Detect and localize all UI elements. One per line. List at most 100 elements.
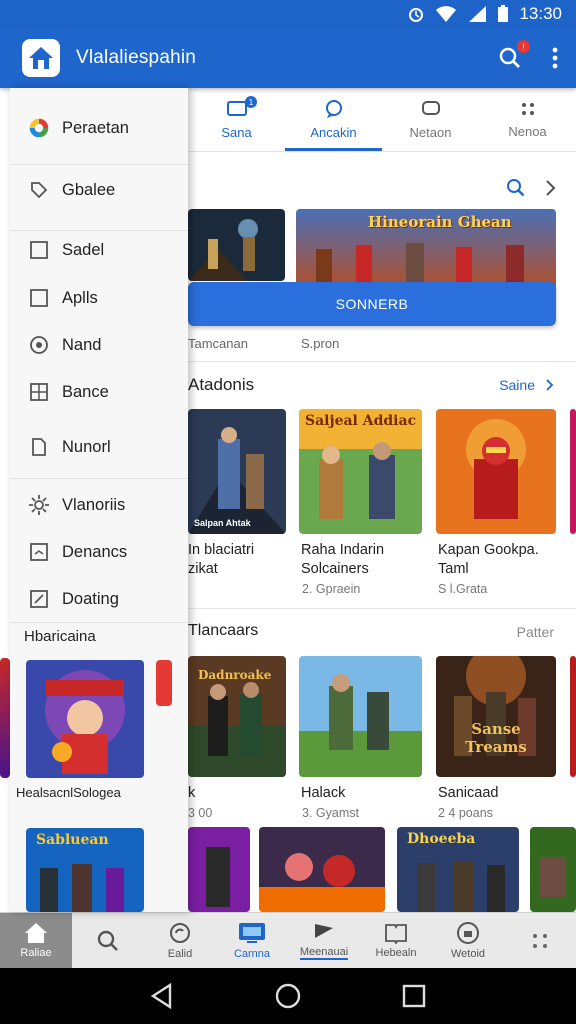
featured-banner[interactable]: Hineorain Ghean	[296, 209, 556, 289]
chat-icon	[325, 100, 342, 118]
nav-label: Meenauai	[299, 946, 349, 960]
drawer-game-thumb[interactable]	[26, 660, 144, 778]
game-thumb[interactable]	[259, 827, 385, 912]
game-subtitle: 2. Gpraein	[302, 582, 361, 596]
game-title[interactable]: Raha Indarin Solcainers	[301, 541, 384, 579]
drawer-item-nunorl[interactable]: Nunorl	[10, 425, 188, 469]
search-icon	[97, 930, 118, 951]
game-title-text: Raha Indarin Solcainers	[301, 542, 385, 577]
drawer-game-thumb[interactable]: Sabluean	[26, 828, 144, 912]
nav-item-carnna[interactable]: Carnna	[216, 913, 288, 968]
alarm-icon	[409, 8, 424, 22]
nav-label: Raliae	[20, 947, 52, 959]
nav-item-more[interactable]	[504, 913, 576, 968]
tab-badge: 1	[245, 96, 257, 108]
game-thumb[interactable]: Sanse Treams	[436, 656, 556, 777]
game-subtitle: 3 00	[188, 806, 213, 820]
drawer-item-aplls[interactable]: Aplls	[10, 276, 188, 320]
game-thumb[interactable]: Salpan Ahtak	[188, 409, 286, 534]
tab-label: Nenoa	[508, 124, 547, 139]
drawer-item-label: Aplls	[62, 288, 98, 307]
nav-item-ealid[interactable]: Ealid	[144, 913, 216, 968]
game-title-text: Kapan Gookpa. Taml	[438, 542, 539, 577]
game-title[interactable]: In blaciatri zikat	[188, 541, 254, 579]
tab-nenoa[interactable]: Nenoa	[479, 88, 576, 151]
status-bar: 13:30	[0, 0, 576, 28]
search-button[interactable]: !	[498, 40, 530, 70]
tv-icon	[239, 923, 265, 943]
overflow-menu-button[interactable]	[552, 47, 558, 69]
tab-sana[interactable]: 1 Sana	[188, 88, 285, 151]
home-icon	[25, 923, 47, 943]
grid-icon	[28, 381, 50, 403]
game-art-text: Sanse Treams	[465, 720, 527, 756]
drawer-item-nand[interactable]: Nand	[10, 323, 188, 367]
nav-item-meenauai[interactable]: Meenauai	[288, 913, 360, 968]
book-icon	[385, 924, 407, 944]
search-icon[interactable]	[506, 178, 526, 198]
drawer-item-label: Doating	[62, 589, 119, 608]
signal-icon	[469, 6, 487, 22]
drawer-item-peraetan[interactable]: Peraetan	[10, 106, 188, 150]
section-title: Atadonis	[188, 375, 255, 394]
home-logo-icon[interactable]	[22, 39, 60, 77]
game-thumb[interactable]: Saljeal Addiac	[299, 409, 422, 534]
drawer-item-bance[interactable]: Bance	[10, 370, 188, 414]
game-thumb-edge	[570, 409, 576, 534]
status-time: 13:30	[519, 4, 562, 23]
drawer-item-doating[interactable]: Doating	[10, 577, 188, 621]
game-title[interactable]: k	[188, 784, 195, 803]
circle-icon	[28, 334, 50, 356]
drawer-subheader: Hbaricaina	[24, 628, 96, 645]
game-subtitle: 2 4 poans	[438, 806, 493, 820]
refresh-icon	[170, 923, 190, 943]
drawer-item-denancs[interactable]: Denancs	[10, 530, 188, 574]
section-more-link[interactable]: Patter	[517, 624, 554, 640]
message-icon	[421, 101, 440, 115]
system-navigation-bar	[0, 968, 576, 1024]
game-thumb[interactable]: Dadnroake	[188, 656, 286, 777]
back-icon[interactable]	[150, 983, 174, 1009]
game-title[interactable]: Halack	[301, 784, 345, 803]
drawer-item-label: Sadel	[62, 240, 105, 259]
navigation-drawer: Peraetan Gbalee Sadel Aplls Nand Bance N…	[10, 88, 188, 912]
game-thumb[interactable]: Dhoeeba	[397, 827, 519, 912]
nav-item-wetoid[interactable]: Wetoid	[432, 913, 504, 968]
edit-icon	[28, 588, 50, 610]
section-more-link[interactable]: Saine	[499, 377, 554, 393]
nav-item-hebealn[interactable]: Hebealn	[360, 913, 432, 968]
tab-ancakin[interactable]: Ancakin	[285, 88, 382, 151]
shield-icon	[457, 922, 479, 944]
game-subtitle: S l.Grata	[438, 582, 488, 596]
brand-icon	[28, 117, 50, 139]
nav-item-home[interactable]: Raliae	[0, 913, 72, 968]
game-thumb[interactable]	[530, 827, 576, 912]
nav-label: Wetoid	[450, 948, 486, 960]
nav-item-search[interactable]	[72, 913, 144, 968]
game-thumb[interactable]	[436, 409, 556, 534]
drawer-item-sadel[interactable]: Sadel	[10, 228, 188, 272]
game-art-text: Dhoeeba	[407, 831, 476, 847]
recents-icon[interactable]	[402, 984, 426, 1008]
chevron-right-icon[interactable]	[544, 179, 556, 197]
home-circle-icon[interactable]	[274, 982, 302, 1010]
more-label: Saine	[499, 377, 535, 393]
game-subtitle: 3. Gyamst	[302, 806, 359, 820]
bottom-navigation: Raliae Ealid Carnna Meenauai Hebealn Wet…	[0, 912, 576, 968]
drawer-item-vlanoriis[interactable]: Vlanoriis	[10, 483, 188, 527]
gear-icon	[28, 494, 50, 516]
game-title[interactable]: Kapan Gookpa. Taml	[438, 541, 539, 579]
divider	[188, 608, 576, 609]
section-title: Tlancaars	[188, 622, 259, 639]
tab-netaon[interactable]: Netaon	[382, 88, 479, 151]
dots-icon	[533, 933, 547, 948]
featured-action-button[interactable]: SONNERB	[188, 282, 556, 326]
drawer-item-gbalee[interactable]: Gbalee	[10, 168, 188, 212]
game-thumb[interactable]	[299, 656, 422, 777]
featured-thumb-small[interactable]	[188, 209, 285, 281]
drawer-item-label: Bance	[62, 382, 109, 401]
featured-caption-1: Tamcanan	[188, 336, 248, 351]
game-title[interactable]: Sanicaad	[438, 784, 498, 803]
apps-icon	[521, 103, 534, 115]
game-thumb[interactable]	[188, 827, 250, 912]
